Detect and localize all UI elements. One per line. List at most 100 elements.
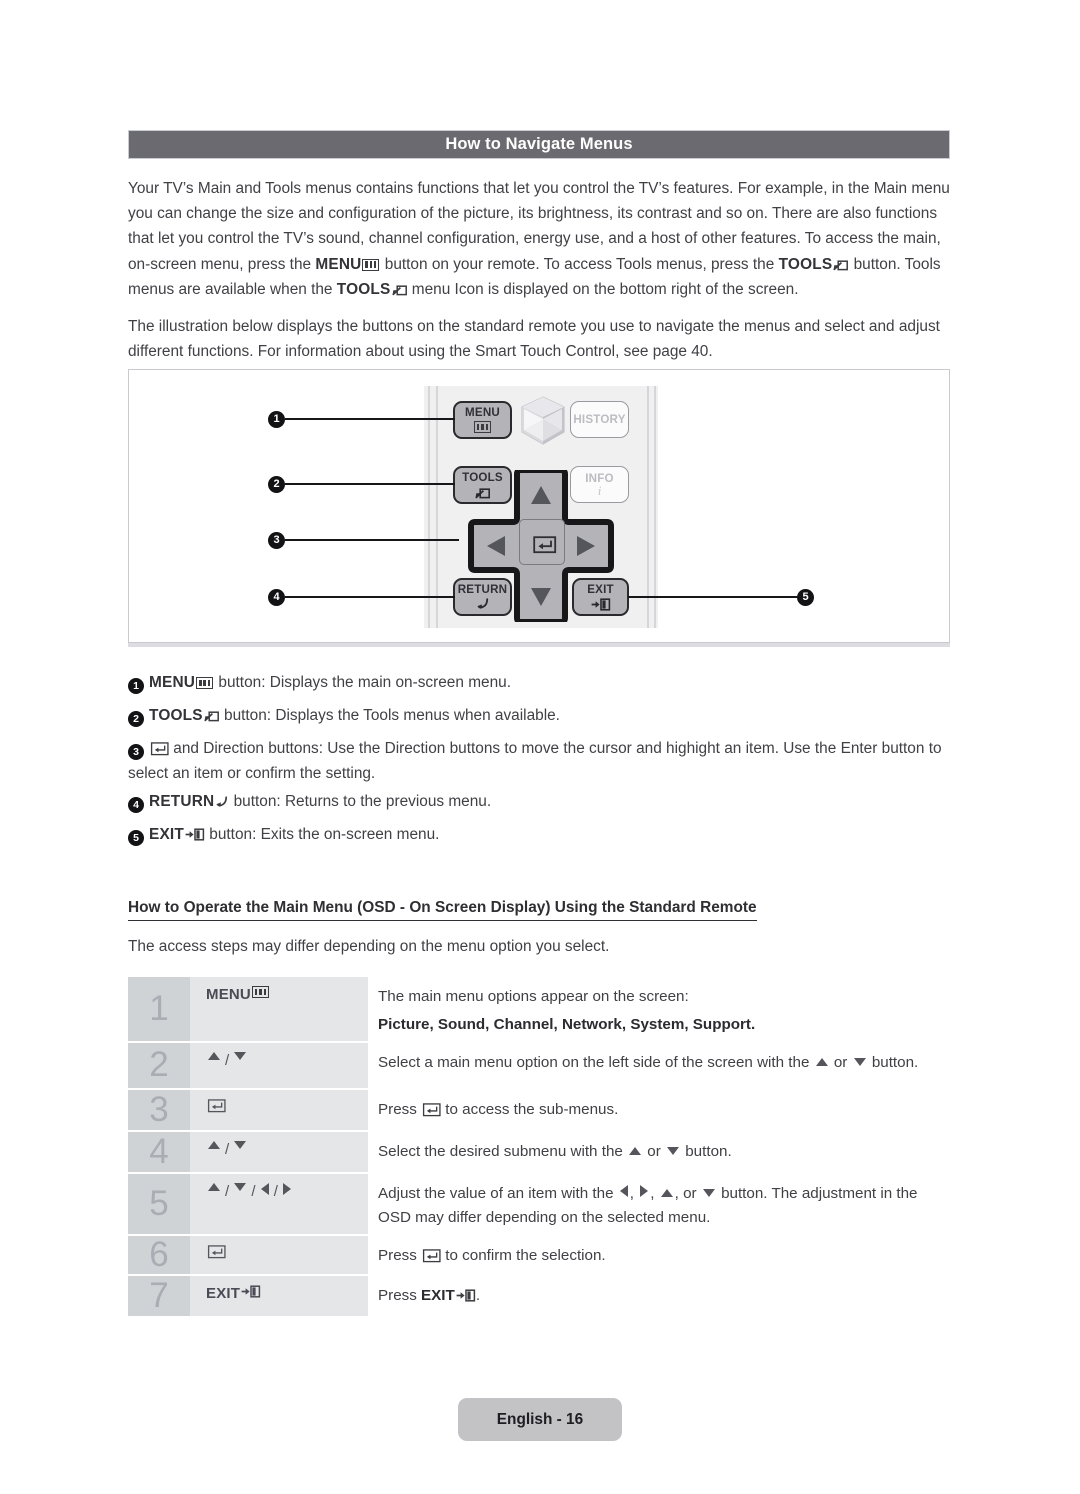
- table-row: 4 / Select the desired submenu with the …: [128, 1132, 952, 1172]
- step-number: 7: [128, 1276, 190, 1316]
- steps-table: 1 MENU The main menu options appear on t…: [128, 977, 952, 1318]
- enter-icon: [207, 1099, 226, 1113]
- up-arrow-icon: [629, 1147, 642, 1155]
- callout-line-1: [285, 418, 455, 421]
- callout-line-5: [628, 596, 798, 599]
- remote-edge-line: [647, 386, 649, 628]
- step-text-bold: Picture, Sound, Channel, Network, System…: [378, 1016, 756, 1033]
- remote-enter-button[interactable]: [519, 519, 565, 565]
- description-item-1: 1 MENU button: Displays the main on-scree…: [128, 670, 952, 695]
- step-description: The main menu options appear on the scre…: [368, 977, 952, 1041]
- tools-keyword: TOOLS: [778, 255, 833, 273]
- step-text-a: Press: [378, 1101, 422, 1118]
- callout-bullet-1: 1: [128, 678, 144, 694]
- step-text-a: Press: [378, 1247, 422, 1264]
- remote-history-button[interactable]: HISTORY: [570, 401, 629, 438]
- intro-paragraph: Your TV’s Main and Tools menus contains …: [128, 176, 952, 302]
- up-arrow-icon: [815, 1058, 828, 1066]
- step-text-b: or: [643, 1143, 666, 1160]
- illustration-shadow: [128, 643, 950, 647]
- callout-line-2: [285, 483, 455, 486]
- manual-page: How to Navigate Menus Your TV’s Main and…: [0, 0, 1080, 1494]
- intro-text-b: button on your remote. To access Tools m…: [380, 255, 779, 273]
- step-number: 3: [128, 1090, 190, 1130]
- step-text-d: , or: [674, 1185, 701, 1202]
- step-text-b: or: [829, 1054, 852, 1071]
- description-text-5: button: Exits the on-screen menu.: [205, 826, 440, 843]
- step-text-a: Adjust the value of an item with the: [378, 1185, 618, 1202]
- remote-menu-button[interactable]: MENU: [453, 401, 512, 439]
- tools-keyword-2: TOOLS: [336, 280, 391, 298]
- enter-icon: [207, 1245, 226, 1259]
- tools-keyword: TOOLS: [149, 707, 203, 724]
- page-footer: English - 16: [458, 1398, 622, 1441]
- subsection-heading: How to Operate the Main Menu (OSD - On S…: [128, 899, 757, 921]
- step-key: /: [190, 1043, 368, 1088]
- up-arrow-icon: [208, 1052, 220, 1060]
- step-key: MENU: [190, 977, 368, 1041]
- exit-icon: [185, 828, 205, 841]
- description-item-4: 4 RETURN button: Returns to the previous …: [128, 789, 952, 814]
- section-title: How to Navigate Menus: [445, 135, 633, 153]
- cube-logo-icon: [521, 396, 565, 445]
- callout-line-4: [285, 596, 455, 599]
- down-arrow-icon: [234, 1052, 247, 1060]
- menu-icon: [362, 258, 380, 271]
- step-text-c: to access the sub-menus.: [441, 1101, 619, 1118]
- enter-icon: [150, 742, 169, 756]
- remote-edge-line: [654, 386, 656, 628]
- up-arrow-icon: [660, 1189, 673, 1197]
- down-arrow-icon: [234, 1141, 247, 1149]
- step-text-line1: The main menu options appear on the scre…: [378, 988, 689, 1005]
- enter-icon: [422, 1249, 441, 1263]
- remote-menu-label: MENU: [465, 406, 500, 419]
- exit-icon: [241, 1285, 261, 1298]
- step-text-c: to confirm the selection.: [441, 1247, 606, 1264]
- step-description: Select a main menu option on the left si…: [368, 1043, 952, 1088]
- callout-bullet-4: 4: [128, 797, 144, 813]
- up-arrow-icon: [208, 1141, 220, 1149]
- description-text-3: and Direction buttons: Use the Direction…: [128, 740, 942, 782]
- step-key: EXIT: [190, 1276, 368, 1316]
- menu-keyword: MENU: [149, 674, 196, 691]
- menu-keyword: MENU: [315, 255, 362, 273]
- table-row: 2 / Select a main menu option on the lef…: [128, 1043, 952, 1088]
- step-number: 6: [128, 1236, 190, 1274]
- callout-line-3: [285, 539, 459, 542]
- left-arrow-icon: [260, 1183, 269, 1195]
- exit-keyword: EXIT: [421, 1287, 455, 1304]
- remote-history-label: HISTORY: [573, 413, 626, 426]
- step-description: Select the desired submenu with the or b…: [368, 1132, 952, 1172]
- menu-icon: [196, 677, 214, 689]
- step-text-a: Press: [378, 1287, 422, 1304]
- step-key: /: [190, 1132, 368, 1172]
- description-text-2: button: Displays the Tools menus when av…: [219, 707, 560, 724]
- menu-icon: [474, 421, 491, 433]
- intro-text-d: menu Icon is displayed on the bottom rig…: [407, 280, 799, 298]
- page-footer-label: English - 16: [496, 1410, 584, 1428]
- description-text-4: button: Returns to the previous menu.: [229, 793, 492, 810]
- step-text-a: Select the desired submenu with the: [378, 1143, 628, 1160]
- step-key: [190, 1090, 368, 1130]
- step-text-c: button.: [681, 1143, 732, 1160]
- section-header-bar: How to Navigate Menus: [128, 130, 950, 159]
- remote-edge-line: [428, 386, 430, 628]
- return-icon: [215, 795, 228, 808]
- step-description: Press EXIT.: [368, 1276, 952, 1316]
- illustration-intro-paragraph: The illustration below displays the butt…: [128, 318, 940, 361]
- tools-icon: [833, 258, 849, 271]
- step-number: 2: [128, 1043, 190, 1088]
- return-keyword: RETURN: [149, 793, 215, 810]
- step-text-c: button.: [867, 1054, 919, 1071]
- callout-bullet-5: 5: [128, 830, 144, 846]
- right-arrow-icon: [283, 1183, 292, 1195]
- enter-icon: [422, 1103, 441, 1117]
- exit-icon: [456, 1289, 475, 1302]
- tools-icon: [204, 709, 219, 722]
- callout-marker-2: 2: [268, 476, 285, 493]
- down-arrow-icon: [702, 1189, 715, 1197]
- callout-marker-3: 3: [268, 532, 285, 549]
- left-arrow-icon: [619, 1185, 628, 1197]
- subsection-intro: The access steps may differ depending on…: [128, 938, 610, 955]
- table-row: 7 EXIT Press EXIT.: [128, 1276, 952, 1316]
